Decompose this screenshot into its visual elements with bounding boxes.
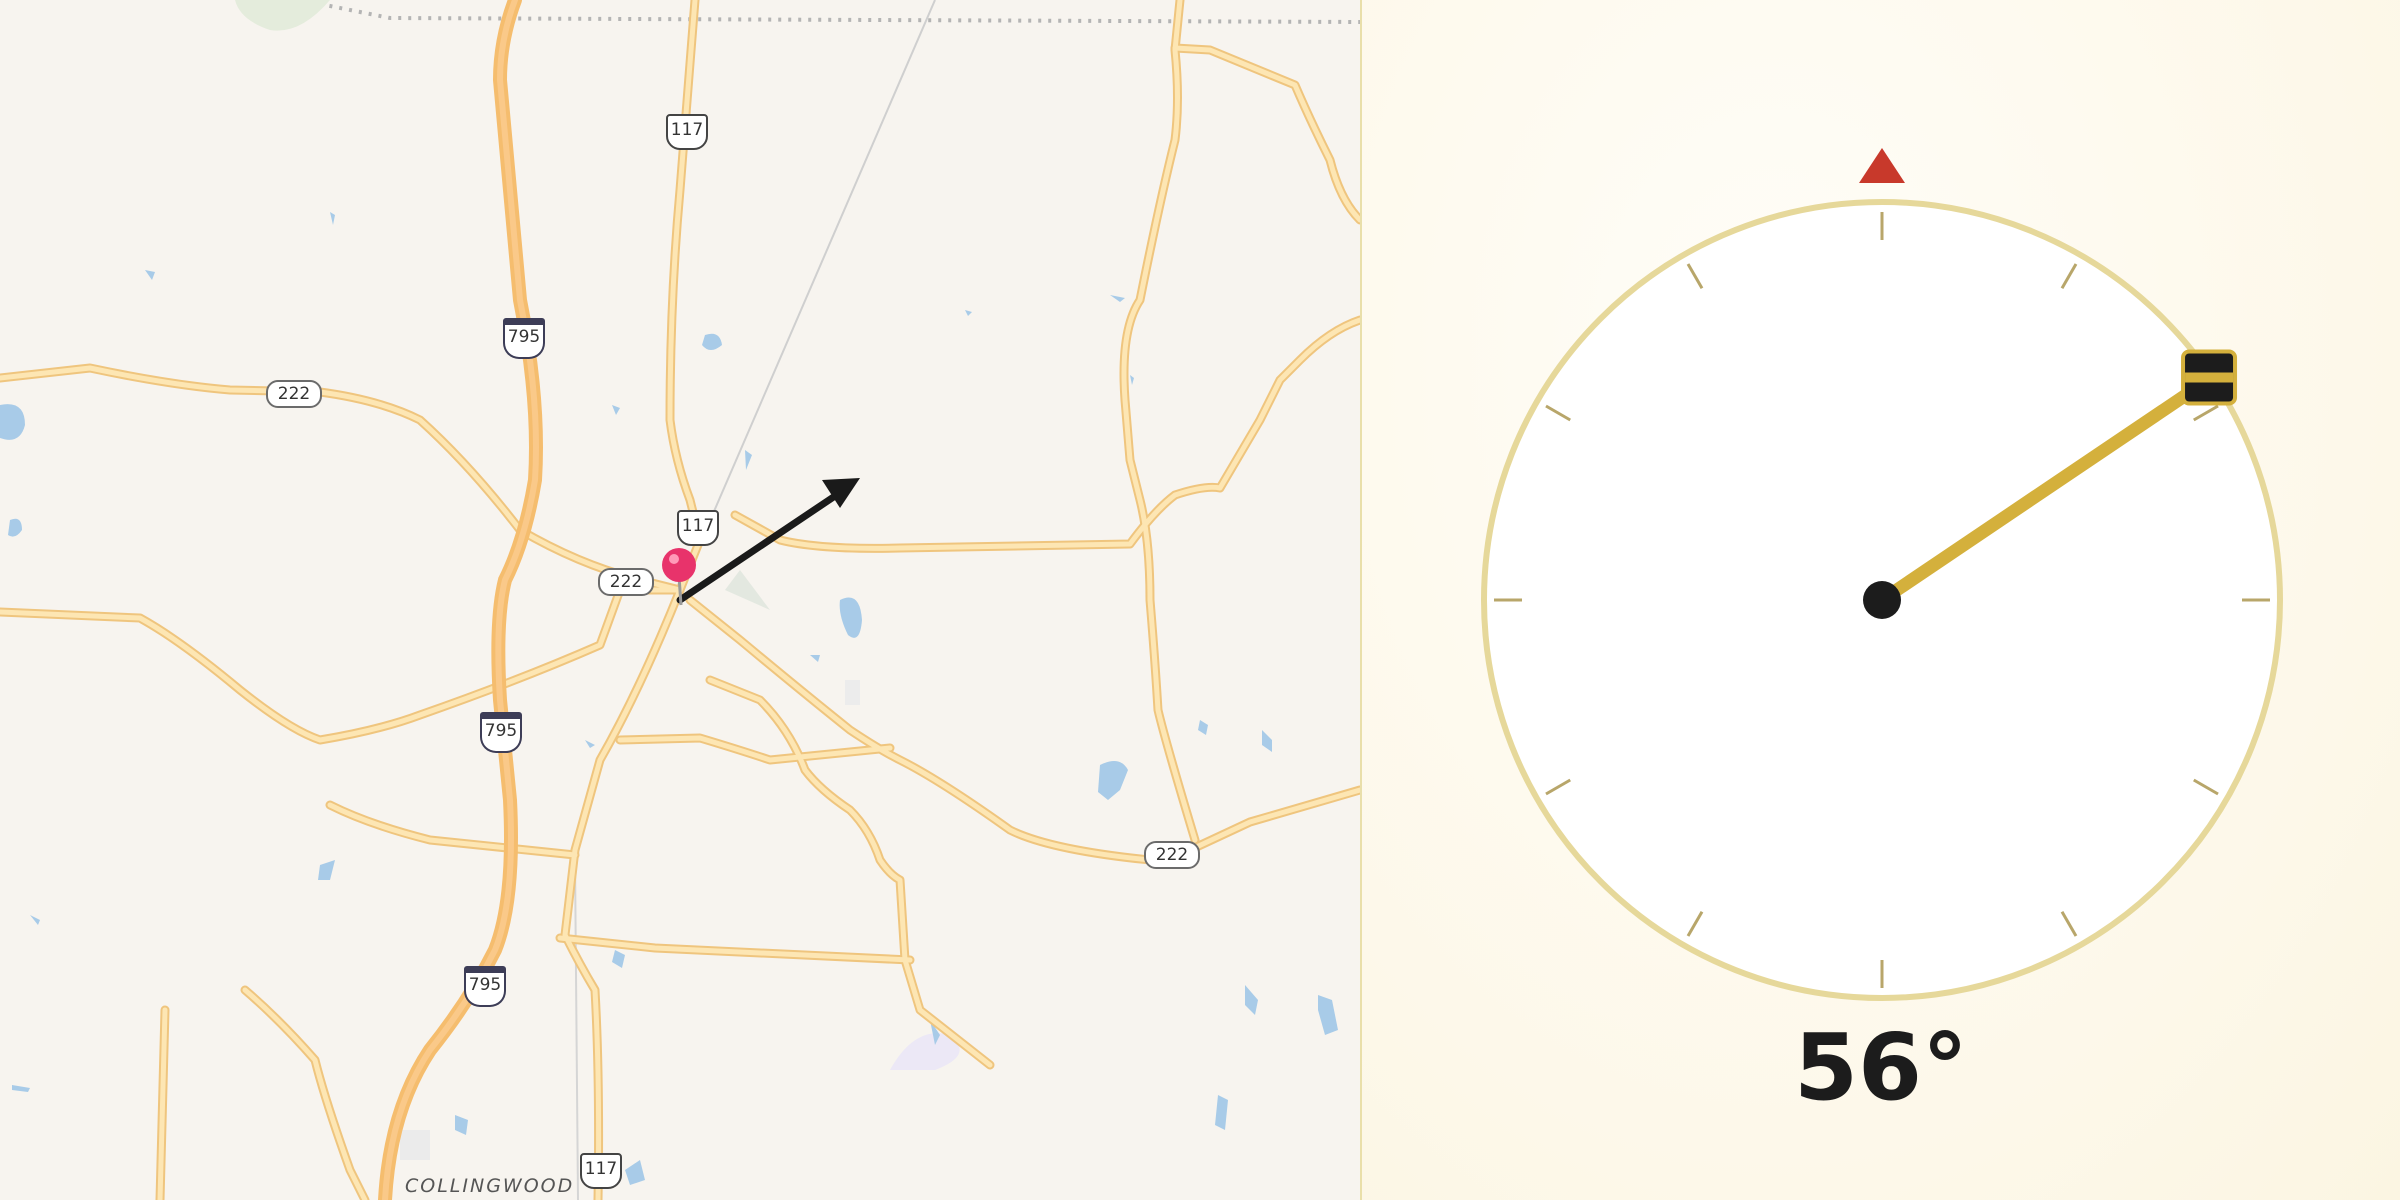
heading-readout: 56° [1793, 1014, 1969, 1121]
compass-panel: 56° [1362, 0, 2400, 1200]
map-overlay [662, 478, 860, 606]
needle-tip-icon [2181, 349, 2238, 406]
map-view[interactable]: 117 117 117 795 795 795 222 222 222 COLL… [0, 0, 1360, 1200]
compass-hub [1863, 581, 1901, 619]
north-triangle-icon [1859, 148, 1905, 183]
heading-arrow-icon [676, 478, 860, 604]
